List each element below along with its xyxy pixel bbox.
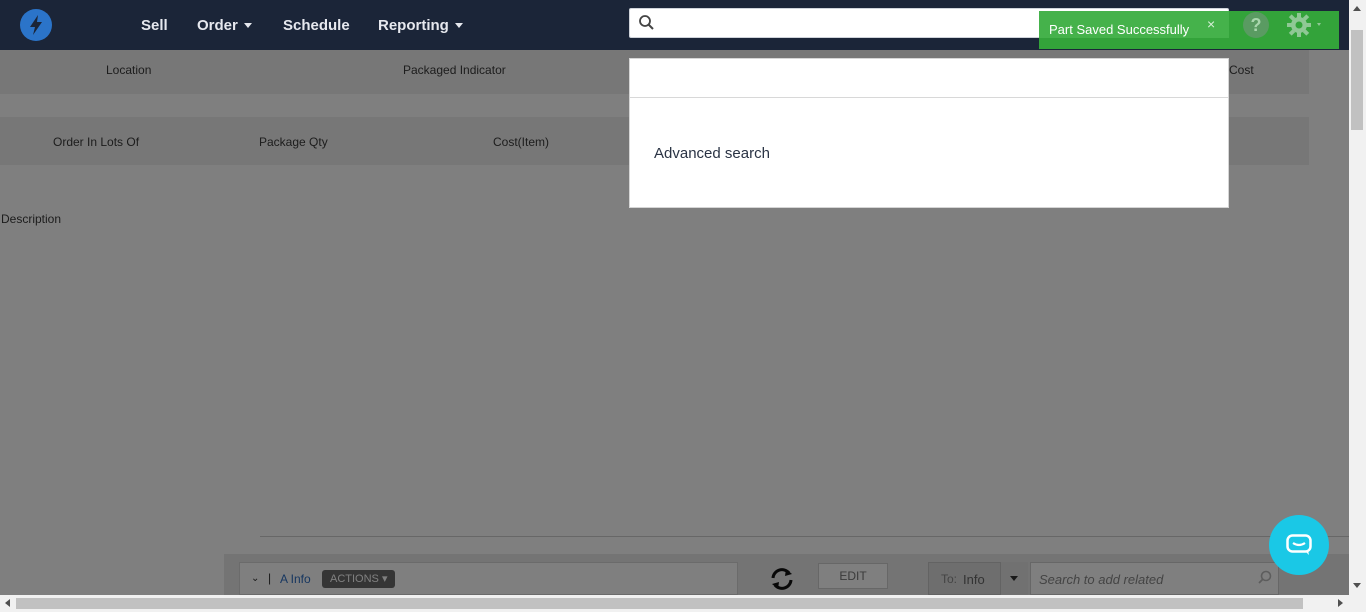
caret-down-icon [243,22,252,28]
vertical-scroll-thumb[interactable] [1351,30,1363,130]
toast-message: Part Saved Successfully [1049,22,1190,37]
scroll-left-icon[interactable] [5,599,10,607]
dropdown-separator [630,97,1228,98]
nav-reporting[interactable]: Reporting [378,17,463,34]
nav-schedule-label: Schedule [283,17,350,34]
nav-order[interactable]: Order [197,17,252,34]
horizontal-scrollbar[interactable] [0,595,1366,612]
help-icon[interactable]: ? [1243,12,1269,38]
chat-button[interactable] [1269,515,1329,575]
scroll-down-icon[interactable] [1353,583,1361,588]
nav-order-label: Order [197,17,238,34]
close-icon[interactable]: × [1207,16,1215,32]
caret-down-icon [454,22,463,28]
scroll-right-icon[interactable] [1338,599,1343,607]
search-icon [639,15,654,30]
horizontal-scroll-thumb[interactable] [16,598,1303,609]
scroll-up-icon[interactable] [1353,6,1361,11]
vertical-scrollbar[interactable] [1349,0,1366,595]
help-glyph: ? [1250,15,1262,35]
nav-sell[interactable]: Sell [141,17,168,34]
nav-reporting-label: Reporting [378,17,449,34]
advanced-search-link[interactable]: Advanced search [654,145,770,162]
nav-schedule[interactable]: Schedule [283,17,350,34]
search-dropdown: Advanced search [629,58,1229,208]
chat-icon [1286,534,1312,555]
logo-icon[interactable] [20,9,52,41]
nav-sell-label: Sell [141,17,168,34]
gear-icon[interactable] [1286,12,1326,38]
success-toast: Part Saved Successfully × [1039,11,1229,38]
